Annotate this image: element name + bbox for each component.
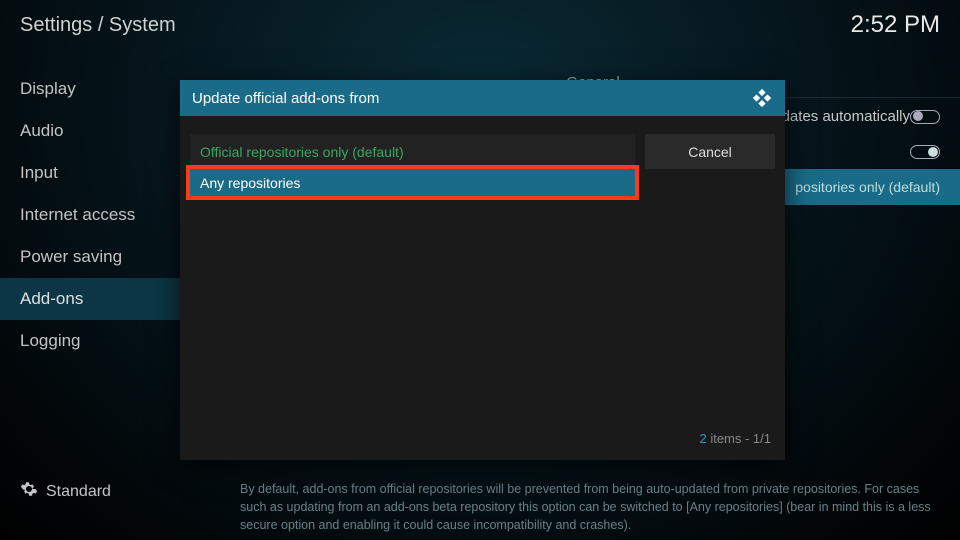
breadcrumb: Settings / System bbox=[20, 14, 176, 37]
dialog-count: 2 bbox=[699, 431, 706, 446]
dialog-footer: 2 items - 1/1 bbox=[180, 421, 785, 456]
dialog-count-rest: items - 1/1 bbox=[707, 431, 771, 446]
toggle-on[interactable] bbox=[910, 145, 940, 159]
dialog-list: Official repositories only (default) Any… bbox=[180, 116, 645, 421]
cancel-button[interactable]: Cancel bbox=[645, 134, 775, 169]
help-text: By default, add-ons from official reposi… bbox=[226, 480, 940, 534]
toggle-off[interactable] bbox=[910, 110, 940, 124]
dialog-option-any[interactable]: Any repositories bbox=[186, 165, 639, 200]
dialog-update-addons: Update official add-ons from Official re… bbox=[180, 80, 785, 460]
settings-level-label: Standard bbox=[46, 483, 111, 501]
kodi-icon bbox=[751, 87, 773, 109]
clock: 2:52 PM bbox=[851, 11, 940, 39]
setting-value: positories only (default) bbox=[795, 179, 940, 195]
dialog-option-official[interactable]: Official repositories only (default) bbox=[190, 134, 635, 169]
dialog-title: Update official add-ons from bbox=[192, 90, 379, 107]
gear-icon bbox=[20, 480, 38, 503]
settings-level[interactable]: Standard bbox=[20, 480, 226, 503]
